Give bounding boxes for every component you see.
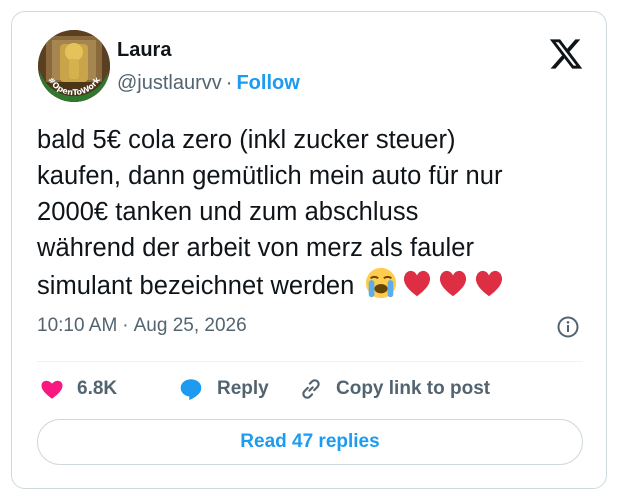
reply-label: Reply — [217, 378, 269, 399]
tweet-line: simulant bezeichnet werden — [37, 272, 355, 300]
info-icon[interactable] — [556, 315, 580, 339]
copy-link-label: Copy link to post — [336, 378, 491, 399]
x-logo-icon[interactable] — [548, 36, 584, 72]
divider — [37, 361, 583, 362]
link-icon — [302, 379, 320, 399]
author-handle-row: @justlaurvv · Follow — [117, 72, 300, 95]
reply-button[interactable]: Reply — [177, 374, 269, 404]
read-replies-button[interactable]: Read 47 replies — [37, 419, 583, 465]
tweet-text: bald 5€ cola zero (inkl zucker steuer) k… — [37, 122, 597, 304]
tweet-date: Aug 25, 2026 — [133, 315, 247, 336]
author-name[interactable]: Laura — [117, 39, 171, 62]
loudly-crying-face-icon — [365, 267, 396, 299]
tweet-time: 10:10 AM — [37, 315, 118, 336]
handle-separator: · — [225, 72, 233, 94]
timestamp-separator: · — [122, 315, 129, 336]
copy-link-button[interactable]: Copy link to post — [298, 374, 490, 404]
tweet-line: 2000€ tanken und zum abschluss — [37, 198, 419, 226]
tweet-line: bald 5€ cola zero (inkl zucker steuer) — [37, 126, 456, 154]
avatar-image: #OpenToWork — [38, 30, 110, 102]
red-heart-icon — [439, 270, 466, 297]
heart-icon — [41, 380, 63, 399]
reply-bubble-icon — [180, 379, 202, 401]
like-count: 6.8K — [77, 378, 118, 399]
tweet-line: während der arbeit von merz als fauler — [37, 234, 475, 262]
tweet-line-last: simulant bezeichnet werden — [37, 266, 597, 304]
follow-link[interactable]: Follow — [236, 72, 299, 94]
tweet-line: kaufen, dann gemütlich mein auto für nur — [37, 162, 503, 190]
red-heart-icon — [403, 270, 430, 297]
author-handle[interactable]: @justlaurvv — [117, 72, 222, 94]
avatar[interactable]: #OpenToWork — [38, 30, 110, 102]
timestamp[interactable]: 10:10 AM · Aug 25, 2026 — [37, 315, 247, 337]
like-button[interactable]: 6.8K — [39, 374, 117, 404]
tweet-card: #OpenToWork Laura @justlaurvv · Follow bal… — [11, 11, 607, 489]
red-heart-icon — [475, 270, 502, 297]
